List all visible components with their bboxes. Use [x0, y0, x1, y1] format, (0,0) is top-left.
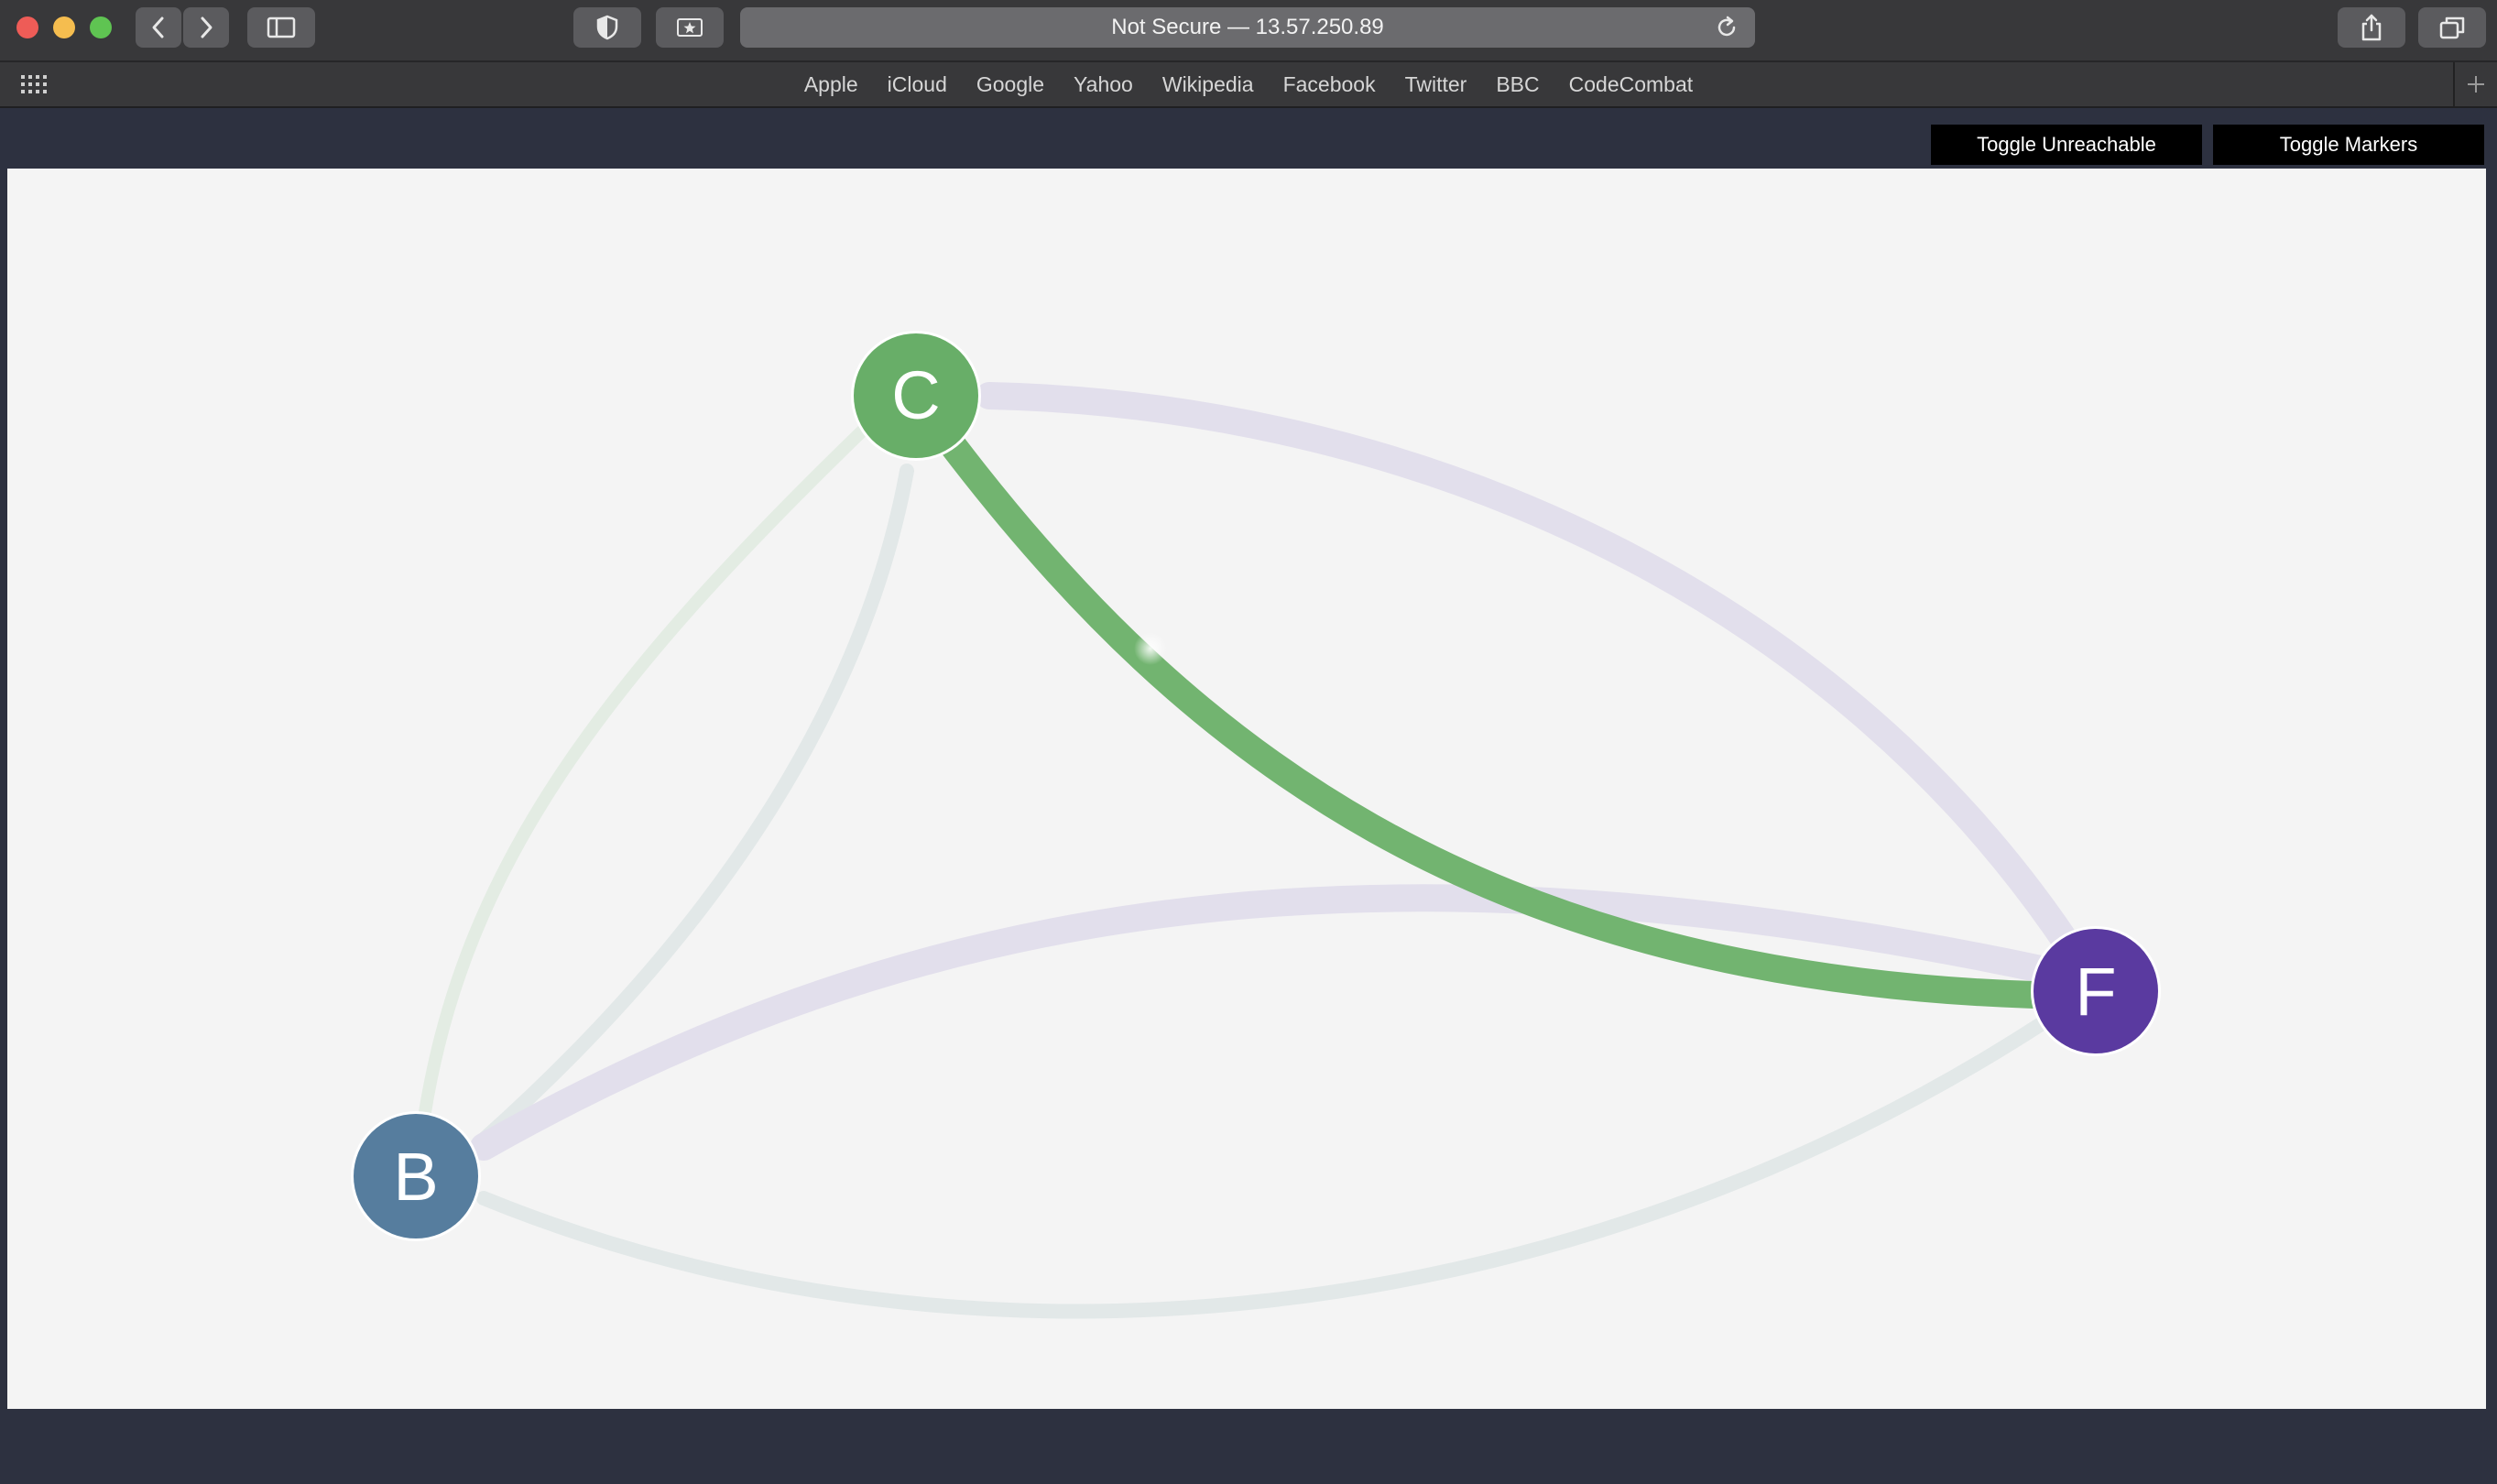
graph-canvas: C B F: [7, 169, 2486, 1409]
tab-overview-button[interactable]: [2418, 7, 2486, 48]
node-b[interactable]: B: [351, 1111, 481, 1241]
favorites-bar: Apple iCloud Google Yahoo Wikipedia Face…: [0, 62, 2497, 108]
node-f-label: F: [2075, 954, 2116, 1030]
node-f[interactable]: F: [2031, 926, 2161, 1056]
node-b-label: B: [393, 1139, 438, 1215]
favorite-link-icloud[interactable]: iCloud: [888, 72, 947, 97]
close-window-button[interactable]: [16, 16, 38, 38]
node-c[interactable]: C: [851, 331, 981, 461]
edge-b-f-upper: [470, 884, 2055, 1161]
chevron-left-icon: [152, 16, 164, 38]
sidebar-icon: [267, 16, 296, 38]
node-c-label: C: [891, 357, 940, 433]
plus-icon: [2468, 76, 2484, 93]
sidebar-button[interactable]: [247, 7, 315, 48]
favorite-link-google[interactable]: Google: [976, 72, 1044, 97]
favorites-links: Apple iCloud Google Yahoo Wikipedia Face…: [0, 62, 2497, 106]
minimize-window-button[interactable]: [53, 16, 75, 38]
address-bar[interactable]: Not Secure — 13.57.250.89: [740, 7, 1755, 48]
shield-icon: [596, 15, 618, 40]
back-button[interactable]: [136, 7, 181, 48]
zoom-window-button[interactable]: [90, 16, 112, 38]
page-controls: Toggle Unreachable Toggle Markers: [0, 108, 2497, 169]
toggle-unreachable-button[interactable]: Toggle Unreachable: [1931, 125, 2202, 165]
favorite-link-codecombat[interactable]: CodeCombat: [1569, 72, 1694, 97]
graph-svg: C B F: [351, 331, 2161, 1319]
star-icon: [677, 18, 703, 37]
privacy-report-button[interactable]: [573, 7, 641, 48]
share-button[interactable]: [2338, 7, 2405, 48]
favorite-link-yahoo[interactable]: Yahoo: [1074, 72, 1133, 97]
share-icon: [2361, 14, 2382, 41]
chevron-right-icon: [201, 16, 213, 38]
address-text: Not Secure — 13.57.250.89: [1111, 15, 1384, 39]
browser-toolbar: Not Secure — 13.57.250.89: [0, 0, 2497, 62]
favorite-link-wikipedia[interactable]: Wikipedia: [1162, 72, 1254, 97]
favorite-link-facebook[interactable]: Facebook: [1283, 72, 1376, 97]
tabs-icon: [2439, 16, 2465, 39]
favorite-link-apple[interactable]: Apple: [804, 72, 858, 97]
edge-marker-glow: [1134, 632, 1167, 665]
new-tab-button[interactable]: [2453, 62, 2497, 106]
edge-b-f-lower: [476, 1017, 2048, 1319]
toggle-markers-button[interactable]: Toggle Markers: [2213, 125, 2484, 165]
favorite-link-twitter[interactable]: Twitter: [1405, 72, 1467, 97]
favorites-button[interactable]: [656, 7, 724, 48]
reload-icon[interactable]: [1715, 16, 1739, 39]
favorite-link-bbc[interactable]: BBC: [1496, 72, 1539, 97]
forward-button[interactable]: [183, 7, 229, 48]
